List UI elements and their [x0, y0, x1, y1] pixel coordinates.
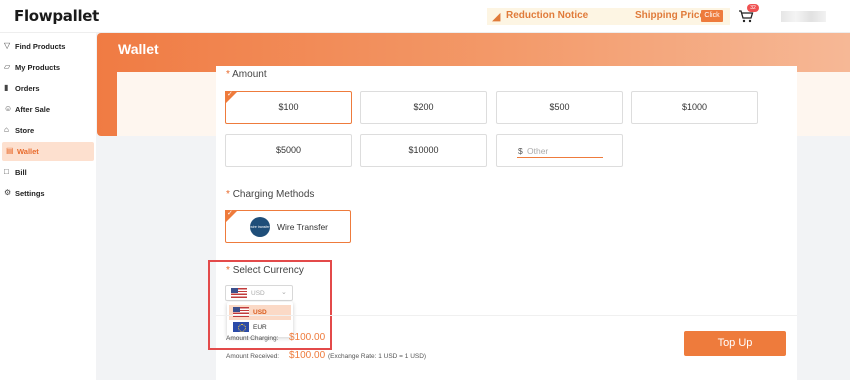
currency-select[interactable]: USD ⌄ — [225, 285, 293, 301]
shipping-price-link[interactable]: Shipping Price — [635, 10, 705, 21]
amount-option-5000[interactable]: $5000 — [225, 134, 352, 167]
us-flag-icon — [231, 288, 247, 298]
amount-option-500[interactable]: $500 — [496, 91, 623, 124]
chevron-down-icon: ⌄ — [281, 289, 287, 296]
wire-transfer-option[interactable]: ✓ wire transfer Wire Transfer — [225, 210, 351, 243]
amount-option-10000[interactable]: $10000 — [360, 134, 487, 167]
wire-transfer-logo: wire transfer — [250, 217, 270, 237]
amount-value: $200 — [413, 102, 434, 112]
sidebar-item-label: Settings — [15, 189, 45, 198]
top-bar: Flowpallet ◢ Reduction Notice Shipping P… — [0, 0, 850, 33]
store-icon: ⌂ — [4, 125, 9, 134]
chart-icon: ▮ — [4, 83, 9, 92]
eu-flag-icon — [233, 322, 249, 332]
reduction-notice-link[interactable]: Reduction Notice — [506, 10, 588, 21]
currency-selected-value: USD — [251, 290, 265, 297]
notice-bar: ◢ Reduction Notice Shipping Price Click — [487, 8, 730, 25]
amount-option-1000[interactable]: $1000 — [631, 91, 758, 124]
check-icon: ✓ — [227, 91, 233, 98]
currency-dropdown: USD EUR — [227, 302, 293, 337]
amount-value: $1000 — [681, 102, 708, 112]
sidebar: ▽ Find Products ▱ My Products ▮ Orders ☺… — [0, 33, 96, 380]
charging-section-label: * Charging Methods — [226, 189, 314, 200]
amount-received-label: Amount Received: — [226, 353, 280, 360]
sidebar-item-label: Store — [15, 126, 35, 135]
cart-count-badge: 32 — [747, 4, 759, 12]
app-logo[interactable]: Flowpallet — [14, 7, 99, 25]
currency-prefix: $ — [518, 146, 523, 156]
sidebar-item-find-products[interactable]: ▽ Find Products — [0, 37, 96, 56]
page-title: Wallet — [118, 41, 159, 57]
method-label: Wire Transfer — [277, 222, 329, 232]
amount-label: Amount — [232, 69, 267, 80]
required-mark: * — [226, 69, 230, 80]
bag-icon: ▱ — [4, 62, 11, 71]
amount-received-value: $100.00 — [289, 350, 326, 361]
currency-option-usd[interactable]: USD — [229, 305, 291, 320]
amount-value: $10000 — [408, 145, 439, 155]
sidebar-item-settings[interactable]: ⚙ Settings — [0, 184, 96, 203]
amount-charging-value: $100.00 — [289, 332, 326, 343]
currency-option-eur[interactable]: EUR — [229, 320, 291, 335]
megaphone-icon: ◢ — [492, 11, 501, 23]
sidebar-item-label: Wallet — [17, 147, 39, 156]
amount-value: $100 — [278, 102, 299, 112]
sidebar-item-label: After Sale — [15, 105, 51, 114]
exchange-rate-text: (Exchange Rate: 1 USD = 1 USD) — [328, 353, 427, 360]
sidebar-item-orders[interactable]: ▮ Orders — [0, 79, 96, 98]
amount-value: $500 — [549, 102, 570, 112]
required-mark: * — [226, 189, 230, 200]
sidebar-item-my-products[interactable]: ▱ My Products — [0, 58, 96, 77]
option-label: EUR — [253, 324, 267, 331]
amount-option-200[interactable]: $200 — [360, 91, 487, 124]
sidebar-item-label: Bill — [15, 168, 27, 177]
divider — [216, 315, 797, 316]
other-placeholder: Other — [527, 146, 549, 156]
top-up-button[interactable]: Top Up — [684, 331, 786, 356]
sidebar-item-after-sale[interactable]: ☺ After Sale — [0, 100, 96, 119]
amount-value: $5000 — [275, 145, 302, 155]
amount-charging-label: Amount Charging: — [226, 335, 279, 342]
sidebar-item-label: My Products — [15, 63, 61, 72]
sidebar-item-bill[interactable]: □ Bill — [0, 163, 96, 182]
currency-label: Select Currency — [232, 265, 304, 276]
amount-section-label: * Amount — [226, 69, 267, 80]
filter-icon: ▽ — [4, 41, 11, 50]
gear-icon: ⚙ — [4, 188, 12, 197]
user-account[interactable] — [781, 11, 826, 22]
amount-option-100[interactable]: ✓ $100 — [225, 91, 352, 124]
sidebar-item-wallet[interactable]: ▤ Wallet — [2, 142, 94, 161]
click-button[interactable]: Click — [701, 10, 723, 22]
sidebar-item-label: Orders — [15, 84, 40, 93]
required-mark: * — [226, 265, 230, 276]
wallet-icon: ▤ — [6, 146, 14, 155]
input-underline — [517, 157, 603, 158]
sidebar-item-store[interactable]: ⌂ Store — [0, 121, 96, 140]
check-icon: ✓ — [227, 210, 233, 217]
document-icon: □ — [4, 167, 9, 176]
sidebar-item-label: Find Products — [15, 42, 66, 51]
currency-section-label: * Select Currency — [226, 265, 304, 276]
other-amount-input[interactable]: $ Other — [496, 134, 623, 167]
charging-label: Charging Methods — [232, 189, 315, 200]
person-icon: ☺ — [4, 104, 13, 113]
